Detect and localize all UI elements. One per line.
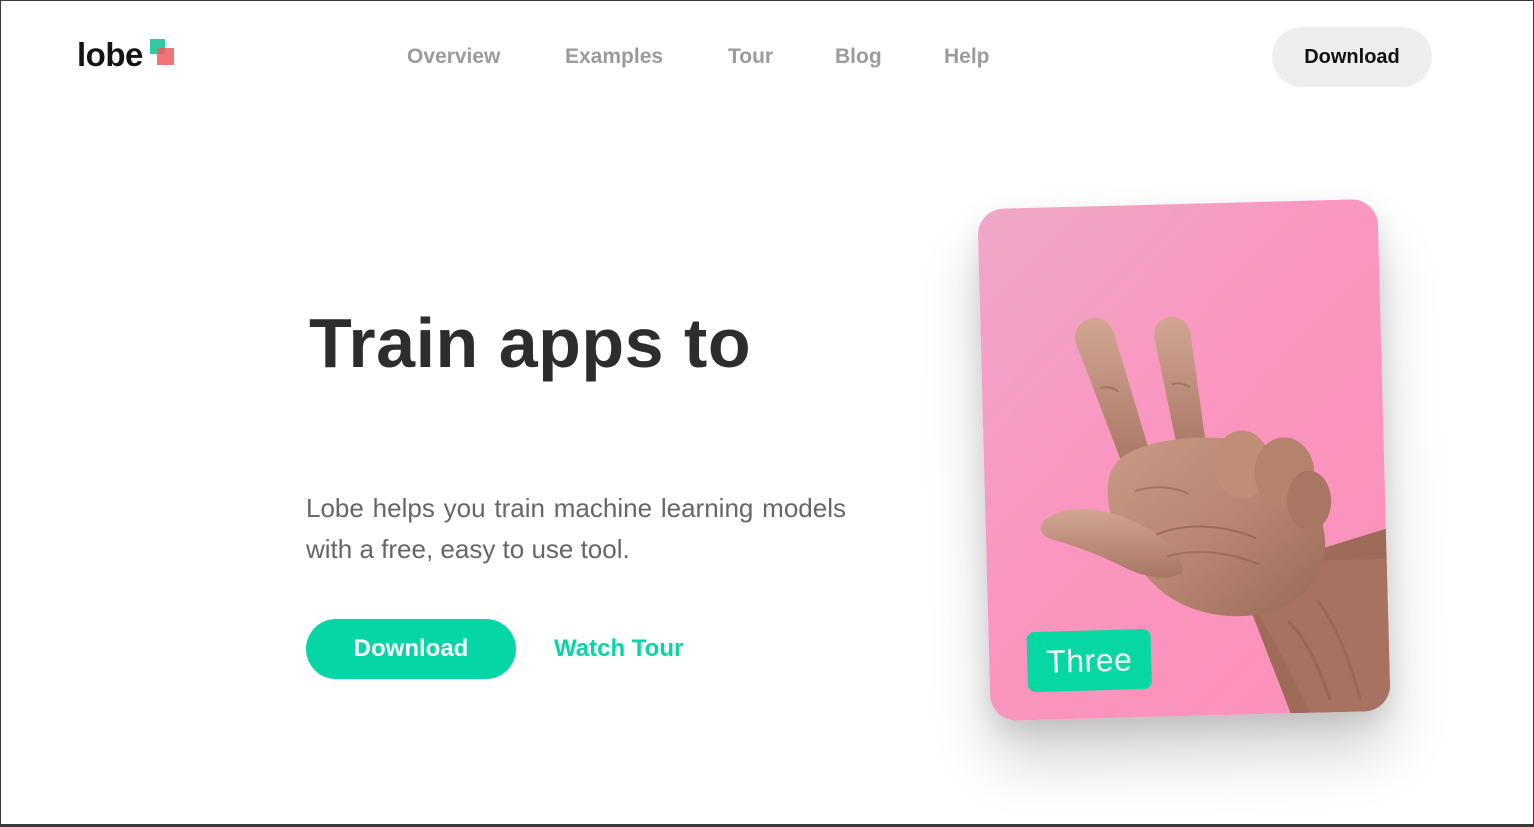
logo-wordmark: lobe (77, 36, 143, 73)
logo-mark-icon (149, 39, 176, 67)
hero-description: Lobe helps you train machine learning mo… (306, 493, 846, 564)
demo-card-image: Three (977, 198, 1391, 722)
prediction-label: Three (1026, 628, 1152, 693)
nav-examples[interactable]: Examples (565, 43, 663, 71)
hero-title: Train apps to (309, 304, 752, 382)
header-download-button[interactable]: Download (1272, 27, 1432, 87)
nav-tour[interactable]: Tour (728, 43, 773, 71)
browser-viewport: lobe Overview Examples Tour Blog Help Do… (0, 0, 1534, 827)
nav-help[interactable]: Help (944, 43, 990, 71)
hero-download-button[interactable]: Download (306, 619, 516, 679)
demo-card: Three (977, 198, 1391, 722)
nav-blog[interactable]: Blog (835, 43, 882, 71)
nav-overview[interactable]: Overview (407, 43, 500, 71)
lobe-logo[interactable]: lobe (77, 35, 176, 75)
watch-tour-link[interactable]: Watch Tour (554, 633, 683, 665)
